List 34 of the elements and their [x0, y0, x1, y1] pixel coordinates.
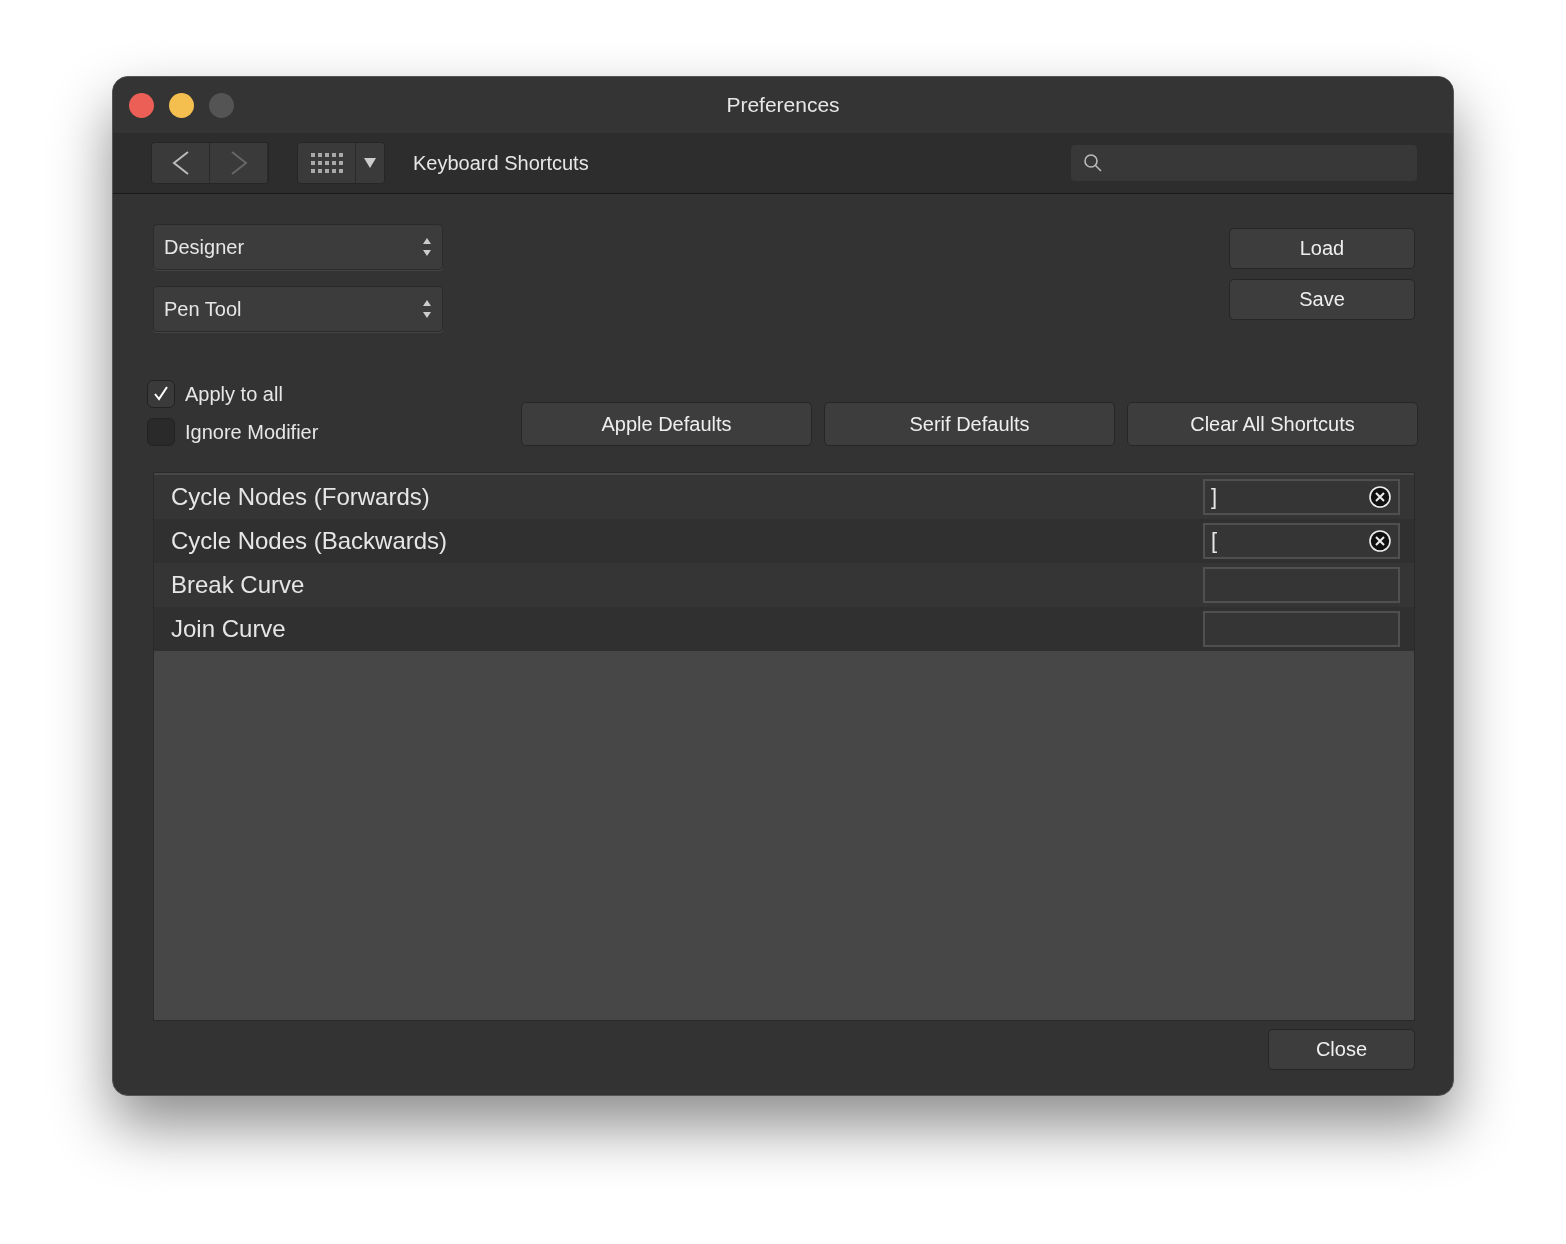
grid-view-button[interactable] [298, 143, 356, 183]
file-button[interactable]: Save [1229, 279, 1415, 320]
checkbox-label: Ignore Modifier [185, 420, 319, 444]
minimize-window-button[interactable] [169, 92, 194, 118]
shortcut-name: Join Curve [171, 615, 286, 643]
shortcut-key-field[interactable]: ] [1203, 479, 1400, 515]
clear-icon[interactable] [1368, 485, 1392, 509]
clear-icon[interactable] [1368, 529, 1392, 553]
close-button[interactable]: Close [1268, 1029, 1415, 1070]
file-button[interactable]: Load [1229, 228, 1415, 269]
dropdown-button[interactable] [356, 143, 384, 183]
dropdown-select[interactable]: Pen Tool [153, 286, 443, 332]
shortcut-name: Break Curve [171, 571, 305, 599]
back-button[interactable] [152, 143, 210, 183]
window-title: Preferences [725, 93, 841, 117]
search-icon [1083, 153, 1103, 173]
defaults-button[interactable]: Apple Defaults [521, 402, 812, 446]
close-window-button[interactable] [129, 92, 154, 118]
triangle-down-icon [363, 157, 377, 169]
checkbox[interactable] [147, 380, 175, 408]
stepper-arrows-icon [422, 236, 432, 258]
shortcut-name: Cycle Nodes (Forwards) [171, 483, 430, 511]
defaults-button[interactable]: Clear All Shortcuts [1127, 402, 1418, 446]
grid-icon [309, 151, 344, 175]
section-title: Keyboard Shortcuts [413, 151, 589, 175]
dropdown-select[interactable]: Designer [153, 224, 443, 270]
checkbox-label: Apply to all [185, 382, 283, 406]
defaults-button[interactable]: Serif Defaults [824, 402, 1115, 446]
shortcut-name: Cycle Nodes (Backwards) [171, 527, 448, 555]
shortcut-key-field[interactable]: [ [1203, 523, 1400, 559]
search-field[interactable] [1071, 145, 1417, 181]
shortcut-key-field[interactable] [1203, 567, 1400, 603]
shortcut-key-field[interactable] [1203, 611, 1400, 647]
stepper-arrows-icon [422, 298, 432, 320]
